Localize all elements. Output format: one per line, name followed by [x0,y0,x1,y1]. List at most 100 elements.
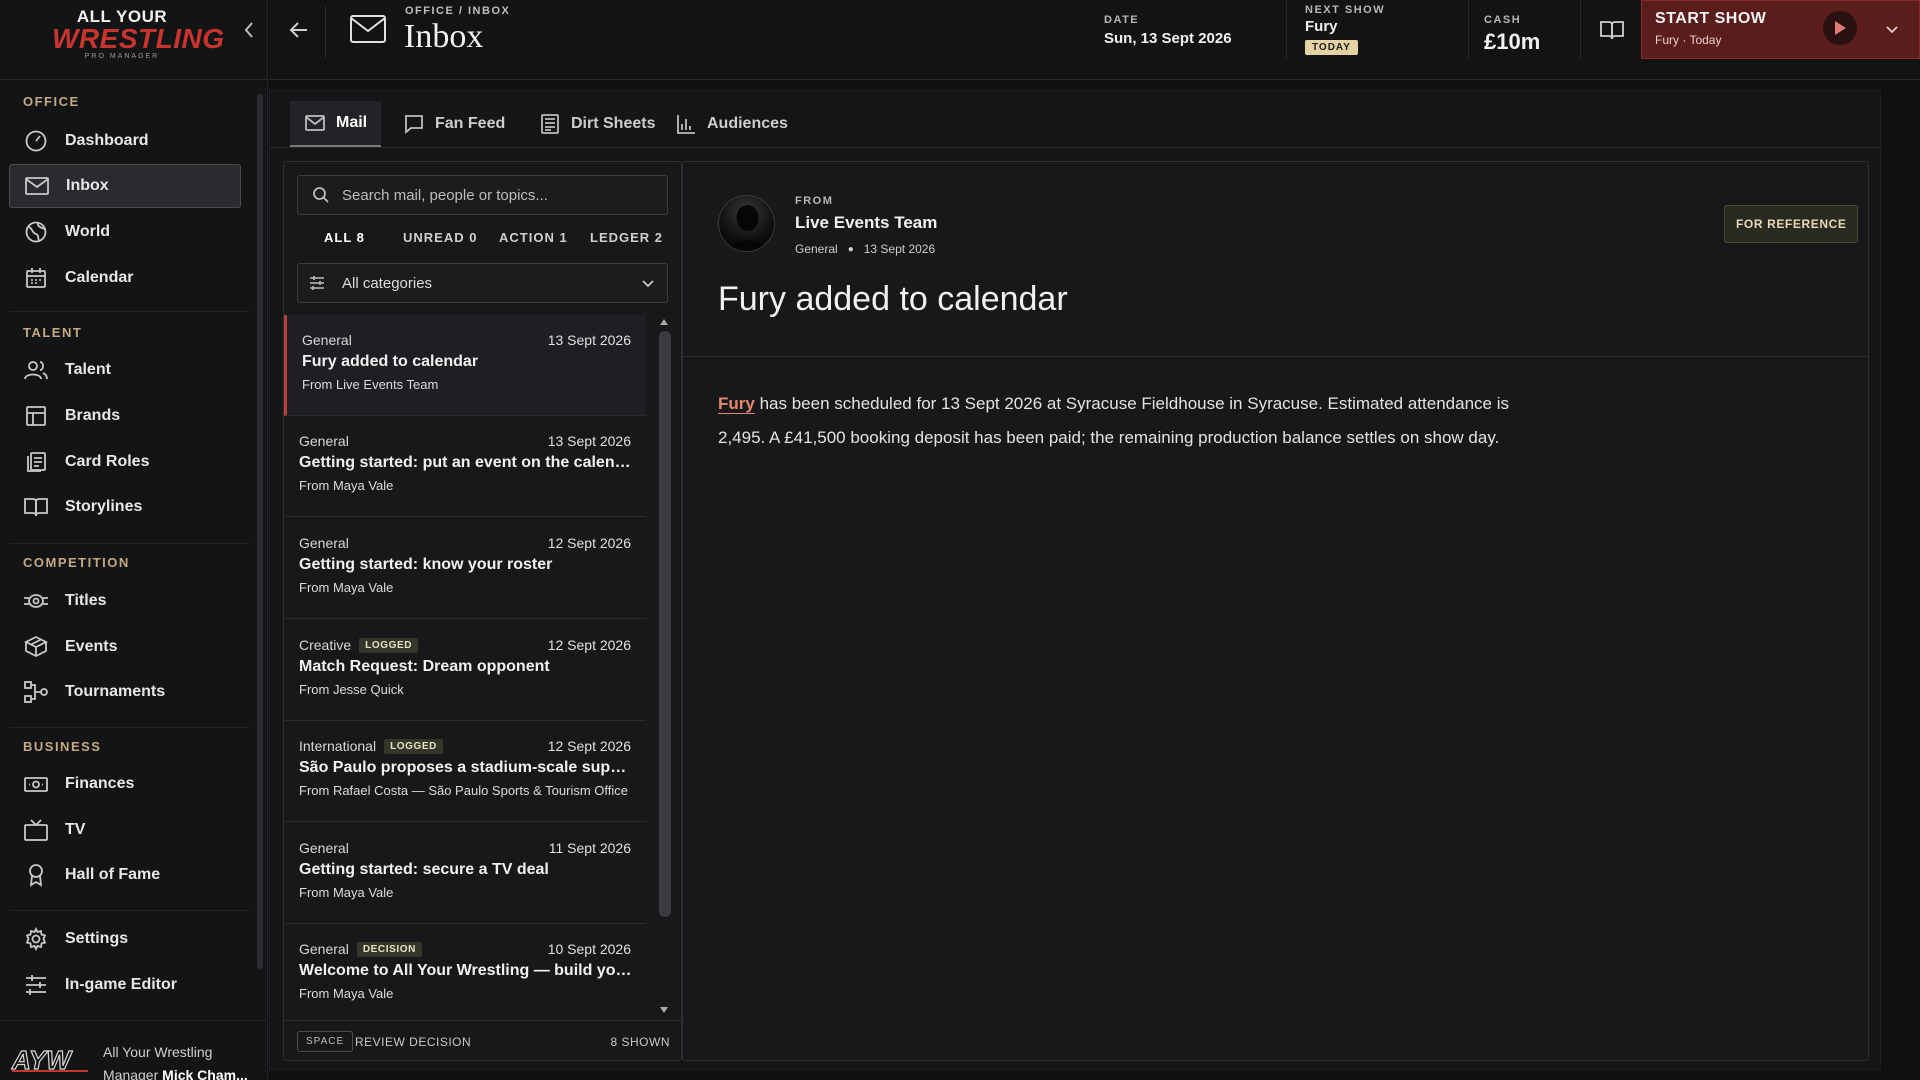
tab-fan-feed[interactable]: Fan Feed [389,101,519,147]
silhouette-icon [727,205,768,251]
message-item[interactable]: International LOGGED 12 Sept 2026 São Pau… [284,721,646,822]
message-body: Fury has been scheduled for 13 Sept 2026… [718,387,1518,455]
message-body-text: has been scheduled for 13 Sept 2026 at S… [718,394,1509,447]
message-item[interactable]: General 13 Sept 2026 Getting started: pu… [284,416,646,517]
filter-label: ACTION [499,230,555,245]
page-title: Inbox [404,18,484,55]
message-date: 12 Sept 2026 [547,535,631,551]
today-badge: TODAY [1305,40,1358,55]
message-category: General [299,535,349,551]
sidebar-item-inbox[interactable]: Inbox [9,164,241,208]
sidebar-item-calendar[interactable]: Calendar [9,256,241,300]
message-item[interactable]: Creative LOGGED 12 Sept 2026 Match Reques… [284,620,646,721]
sender-name[interactable]: Live Events Team [795,213,937,233]
rulebook-button[interactable] [1599,17,1625,43]
message-header: FROM Live Events Team General ● 13 Sept … [683,162,1868,357]
search-box[interactable] [297,175,668,215]
scrollbar-thumb[interactable] [257,94,263,969]
message-sender: From Maya Vale [299,478,394,493]
filter-label: UNREAD [403,230,465,245]
message-item[interactable]: General 11 Sept 2026 Getting started: se… [284,823,646,924]
sidebar-item-tournaments[interactable]: Tournaments [9,670,241,714]
next-show-label: NEXT SHOW [1305,4,1386,16]
message-subject: Match Request: Dream opponent [299,658,550,675]
keyboard-hint: SPACE [297,1031,354,1052]
start-show-label: START SHOW [1655,10,1767,27]
message-subject: Getting started: put an event on the cal… [299,454,635,471]
tab-dirt-sheets[interactable]: Dirt Sheets [525,101,669,147]
filter-count: 2 [654,230,664,245]
message-item[interactable]: General DECISION 10 Sept 2026 Welcome to … [284,924,646,1020]
search-input[interactable] [342,186,662,204]
tab-mail[interactable]: Mail [290,101,382,147]
book-open-icon [1600,21,1624,40]
show-link[interactable]: Fury [718,394,755,414]
message-date: 11 Sept 2026 [548,840,631,856]
sidebar-item-dashboard[interactable]: Dashboard [9,119,241,163]
mail-icon [24,173,50,199]
start-show-dropdown[interactable] [1882,19,1902,39]
sidebar-scrollbar[interactable] [256,84,264,1014]
sidebar-item-events[interactable]: Events [9,625,241,669]
filter-action[interactable]: ACTION 1 [499,230,568,245]
category-text: General [299,840,349,856]
award-icon [23,862,49,888]
play-button[interactable] [1823,11,1857,45]
filter-ledger[interactable]: LEDGER 2 [590,230,663,245]
nav-divider [9,311,249,312]
collapse-sidebar-button[interactable] [238,18,260,42]
sidebar-item-label: Tournaments [65,683,166,700]
sidebar-item-settings[interactable]: Settings [9,917,241,961]
tab-audiences[interactable]: Audiences [661,101,802,147]
sidebar-item-in-game-editor[interactable]: In-game Editor [9,963,241,1007]
nav-section-business: BUSINESS [23,739,102,754]
sidebar-item-world[interactable]: World [9,210,241,254]
layout-icon [23,403,49,429]
chevron-left-icon [244,22,253,38]
category-select[interactable]: All categories [297,263,668,303]
sidebar-item-label: Events [65,638,118,655]
sidebar-item-tv[interactable]: TV [9,808,241,852]
category-text: General [302,332,352,348]
triangle-up-icon[interactable] [659,317,669,327]
manager-line: Manager Mick Cham... [103,1064,248,1080]
sidebar-item-finances[interactable]: Finances [9,762,241,806]
sidebar-item-label: TV [65,821,86,838]
inbox-tabs: Mail Fan Feed Dirt Sheets Audiences [270,91,1882,148]
filter-count: 1 [559,230,568,245]
status-badge: DECISION [356,941,422,957]
message-date: 13 Sept 2026 [547,433,631,449]
message-sender: From Maya Vale [299,986,394,1001]
message-date: 13 Sept 2026 [547,332,631,348]
tab-label: Audiences [707,115,788,132]
sidebar-item-titles[interactable]: Titles [9,579,241,623]
sidebar-item-talent[interactable]: Talent [9,348,241,392]
message-sender: From Rafael Costa — São Paulo Sports & T… [299,783,628,798]
sidebar-item-hall-of-fame[interactable]: Hall of Fame [9,853,241,897]
message-subject: Welcome to All Your Wrestling — build yo… [299,962,635,979]
sidebar-item-label: Hall of Fame [65,866,161,883]
sidebar-item-storylines[interactable]: Storylines [9,485,241,529]
message-sender: From Live Events Team [302,377,439,392]
message-sender: From Jesse Quick [299,682,404,697]
start-show-button[interactable]: START SHOW Fury · Today [1641,0,1920,59]
book-icon [23,494,49,520]
message-item[interactable]: General 12 Sept 2026 Getting started: kn… [284,518,646,619]
sidebar-item-label: Brands [65,407,121,424]
sidebar-item-card-roles[interactable]: Card Roles [9,440,241,484]
message-item[interactable]: General 13 Sept 2026 Fury added to calen… [284,315,646,416]
message-list-scrollbar[interactable] [656,315,672,1020]
newspaper-icon [539,113,561,135]
sidebar-item-brands[interactable]: Brands [9,394,241,438]
review-decision-hint[interactable]: REVIEW DECISION [355,1035,471,1049]
arrow-left-icon [289,22,307,38]
company-logo: AYW [10,1044,88,1076]
category-text: International [299,738,377,754]
triangle-down-icon[interactable] [659,1005,669,1015]
filter-unread[interactable]: UNREAD 0 [403,230,477,245]
sidebar-item-label: Titles [65,592,107,609]
back-button[interactable] [287,18,311,42]
filter-all[interactable]: ALL 8 [324,230,365,245]
scrollbar-thumb[interactable] [659,331,671,917]
belt-icon [23,588,49,614]
